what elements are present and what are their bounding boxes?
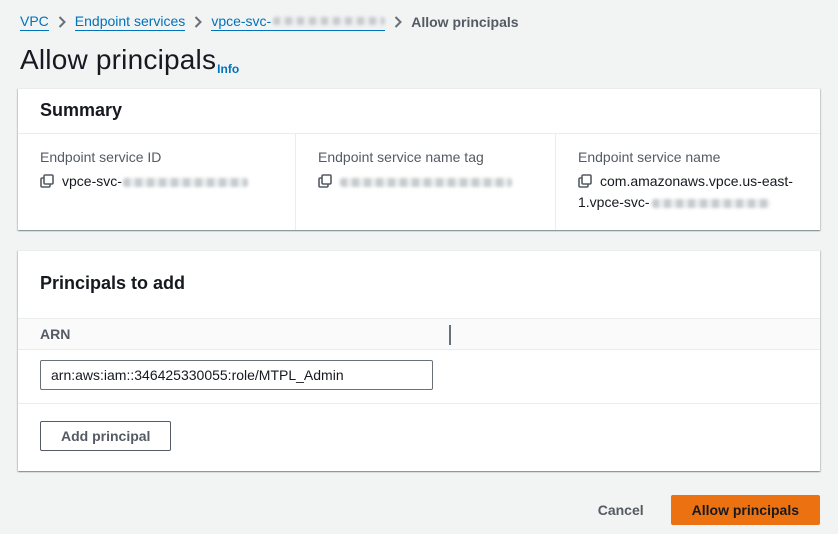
arn-input-row [18, 350, 820, 404]
copy-icon[interactable] [578, 174, 592, 188]
page: VPC Endpoint services vpce-svc- Allow pr… [0, 0, 838, 525]
field-label: Endpoint service ID [40, 149, 275, 165]
field-value [318, 171, 535, 192]
summary-card: Summary Endpoint service ID vpce-svc- En… [18, 88, 820, 230]
arn-table-header: ARN [18, 318, 820, 350]
principals-card-header: Principals to add [18, 251, 820, 318]
summary-field-endpoint-service-id: Endpoint service ID vpce-svc- [18, 134, 295, 230]
breadcrumb-chevron-icon [194, 16, 202, 28]
page-title: Allow principals [20, 44, 216, 75]
breadcrumb-item-current: Allow principals [411, 14, 518, 30]
summary-field-endpoint-service-name-tag: Endpoint service name tag [295, 134, 555, 230]
principals-card: Principals to add ARN Add principal [18, 250, 820, 471]
add-principal-button[interactable]: Add principal [40, 421, 171, 451]
footer-actions: Cancel Allow principals [18, 495, 820, 525]
breadcrumb-item-endpoint-service-id[interactable]: vpce-svc- [211, 13, 385, 31]
summary-card-header: Summary [18, 89, 820, 134]
copy-icon[interactable] [40, 174, 54, 188]
cancel-button[interactable]: Cancel [581, 495, 661, 525]
breadcrumb-item-label: vpce-svc- [211, 13, 271, 29]
summary-field-endpoint-service-name: Endpoint service name com.amazonaws.vpce… [555, 134, 820, 230]
field-label: Endpoint service name tag [318, 149, 535, 165]
add-principal-row: Add principal [18, 404, 820, 471]
arn-input[interactable] [40, 360, 433, 390]
arn-column-header: ARN [40, 326, 70, 342]
field-value-text: vpce-svc- [62, 173, 122, 189]
allow-principals-button[interactable]: Allow principals [671, 495, 820, 525]
field-value: vpce-svc- [40, 171, 275, 192]
copy-icon[interactable] [318, 174, 332, 188]
redacted-text [123, 178, 248, 187]
summary-body: Endpoint service ID vpce-svc- Endpoint s… [18, 134, 820, 230]
title-row: Allow principalsInfo [20, 44, 820, 76]
field-value: com.amazonaws.vpce.us-east-1.vpce-svc- [578, 171, 800, 213]
breadcrumb-item-vpc[interactable]: VPC [20, 13, 49, 31]
breadcrumb-chevron-icon [394, 16, 402, 28]
field-label: Endpoint service name [578, 149, 800, 165]
column-resize-handle[interactable] [449, 325, 451, 345]
breadcrumb-item-endpoint-services[interactable]: Endpoint services [75, 13, 186, 31]
redacted-text [273, 17, 385, 25]
principals-heading: Principals to add [40, 273, 798, 294]
redacted-text [340, 178, 512, 187]
breadcrumb-chevron-icon [58, 16, 66, 28]
redacted-text [652, 199, 770, 208]
summary-heading: Summary [40, 100, 798, 121]
info-link[interactable]: Info [217, 62, 239, 76]
breadcrumb: VPC Endpoint services vpce-svc- Allow pr… [18, 13, 820, 31]
